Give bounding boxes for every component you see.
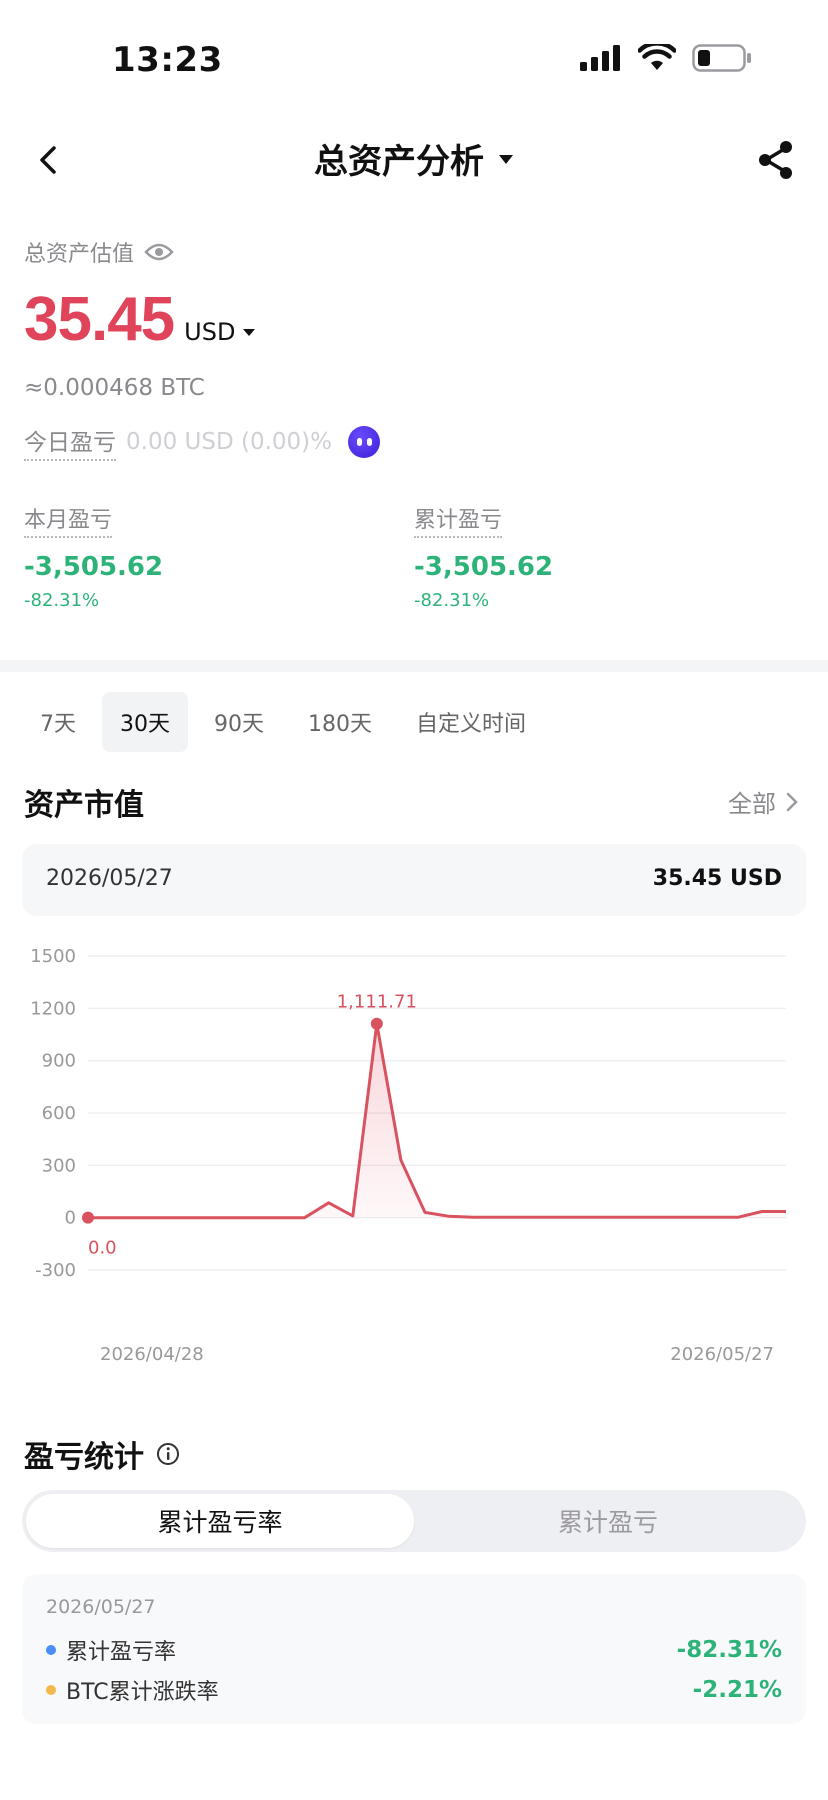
pl-stats-title: 盈亏统计 — [24, 1440, 144, 1475]
stat-value: -2.21% — [692, 1677, 782, 1703]
total-pl-label[interactable]: 累计盈亏 — [414, 502, 503, 538]
y-tick-label: 1200 — [30, 998, 76, 1019]
stat-label: BTC累计涨跌率 — [66, 1680, 219, 1705]
signal-icon — [580, 45, 620, 71]
section-divider — [0, 660, 828, 672]
status-icons — [580, 44, 752, 72]
tab-custom[interactable]: 自定义时间 — [398, 692, 544, 752]
y-tick-label: 0 — [65, 1208, 76, 1229]
all-link[interactable]: 全部 — [728, 784, 798, 819]
all-label: 全部 — [728, 790, 776, 818]
btc-equivalent: ≈0.000468 BTC — [24, 375, 205, 401]
chart-start-label: 0.0 — [88, 1238, 117, 1259]
chevron-right-icon — [786, 792, 798, 811]
tab-90d[interactable]: 90天 — [196, 692, 282, 752]
today-pl-label[interactable]: 今日盈亏 — [24, 423, 116, 461]
pl-overview: 本月盈亏 -3,505.62 -82.31% 累计盈亏 -3,505.62 -8… — [24, 502, 804, 611]
y-tick-label: 300 — [42, 1155, 76, 1176]
top-nav: 总资产分析 — [0, 120, 828, 200]
asset-value-chart[interactable]: 1500 1200 900 600 300 0 -300 1,111.71 0.0 2026/0… — [0, 940, 828, 1380]
month-pl: 本月盈亏 -3,505.62 -82.31% — [24, 502, 163, 611]
total-pl-value: -3,505.62 — [414, 552, 554, 582]
total-pl-pct: -82.31% — [414, 590, 490, 611]
card-value: 35.45 USD — [652, 866, 782, 891]
stat-label: 累计盈亏率 — [66, 1640, 177, 1665]
info-icon[interactable] — [156, 1442, 180, 1466]
caret-down-icon — [499, 154, 513, 164]
y-tick-label: 1500 — [30, 946, 76, 967]
chart-max-point — [370, 1017, 383, 1030]
status-time: 13:23 — [112, 40, 223, 80]
wifi-icon — [638, 44, 676, 70]
total-pl: 累计盈亏 -3,505.62 -82.31% — [414, 502, 553, 611]
asset-summary: 总资产估值 35.45 USD ≈0.000468 BTC 今日盈亏 0.00 … — [24, 236, 804, 461]
tab-7d[interactable]: 7天 — [22, 692, 94, 752]
chart-series-line — [88, 1022, 786, 1220]
x-axis-end-label: 2026/05/27 — [670, 1344, 774, 1365]
chart-start-point — [82, 1211, 94, 1224]
page-title-dropdown[interactable]: 总资产分析 — [0, 134, 828, 183]
share-icon — [759, 141, 792, 179]
mascot-icon[interactable] — [348, 426, 380, 458]
y-tick-label: 600 — [42, 1103, 76, 1124]
x-axis-start-label: 2026/04/28 — [100, 1344, 204, 1365]
seg-cumulative-pl[interactable]: 累计盈亏 — [414, 1494, 802, 1548]
range-tabs: 7天 30天 90天 180天 自定义时间 — [22, 692, 544, 752]
blue-dot-icon — [46, 1645, 56, 1655]
card-date: 2026/05/27 — [46, 866, 173, 891]
month-pl-label[interactable]: 本月盈亏 — [24, 502, 113, 538]
tab-30d[interactable]: 30天 — [102, 692, 188, 752]
stat-row: BTC累计涨跌率 -2.21% — [46, 1674, 782, 1706]
market-value-title: 资产市值 — [24, 788, 144, 823]
pl-segmented-control: 累计盈亏率 累计盈亏 — [22, 1490, 806, 1552]
currency-label: USD — [184, 318, 236, 346]
market-value-card: 2026/05/27 35.45 USD — [22, 844, 806, 916]
chart-area-fill — [88, 1023, 786, 1218]
yellow-dot-icon — [46, 1685, 56, 1695]
stat-value: -82.31% — [676, 1637, 782, 1663]
y-tick-label: 900 — [42, 1051, 76, 1072]
battery-icon — [692, 44, 751, 72]
stats-date: 2026/05/27 — [46, 1596, 156, 1618]
total-asset-value: 35.45 — [24, 285, 175, 354]
today-pl-value: 0.00 USD (0.00)% — [126, 429, 332, 455]
tab-180d[interactable]: 180天 — [290, 692, 390, 752]
caret-down-icon — [243, 328, 256, 336]
page-title: 总资产分析 — [314, 142, 484, 182]
total-asset-label: 总资产估值 — [24, 242, 135, 267]
y-tick-label: -300 — [35, 1260, 76, 1281]
month-pl-value: -3,505.62 — [24, 552, 164, 582]
currency-selector[interactable]: USD — [184, 318, 256, 346]
month-pl-pct: -82.31% — [24, 590, 100, 611]
stat-row: 累计盈亏率 -82.31% — [46, 1634, 782, 1666]
pl-stats-header: 盈亏统计 — [24, 1432, 180, 1476]
pl-stats-card: 2026/05/27 累计盈亏率 -82.31% BTC累计涨跌率 -2.21% — [22, 1574, 806, 1724]
share-button[interactable] — [754, 138, 798, 182]
status-bar: 13:23 — [0, 0, 828, 120]
chart-max-label: 1,111.71 — [337, 992, 417, 1013]
seg-cumulative-rate[interactable]: 累计盈亏率 — [26, 1494, 414, 1548]
eye-icon[interactable] — [144, 242, 174, 262]
